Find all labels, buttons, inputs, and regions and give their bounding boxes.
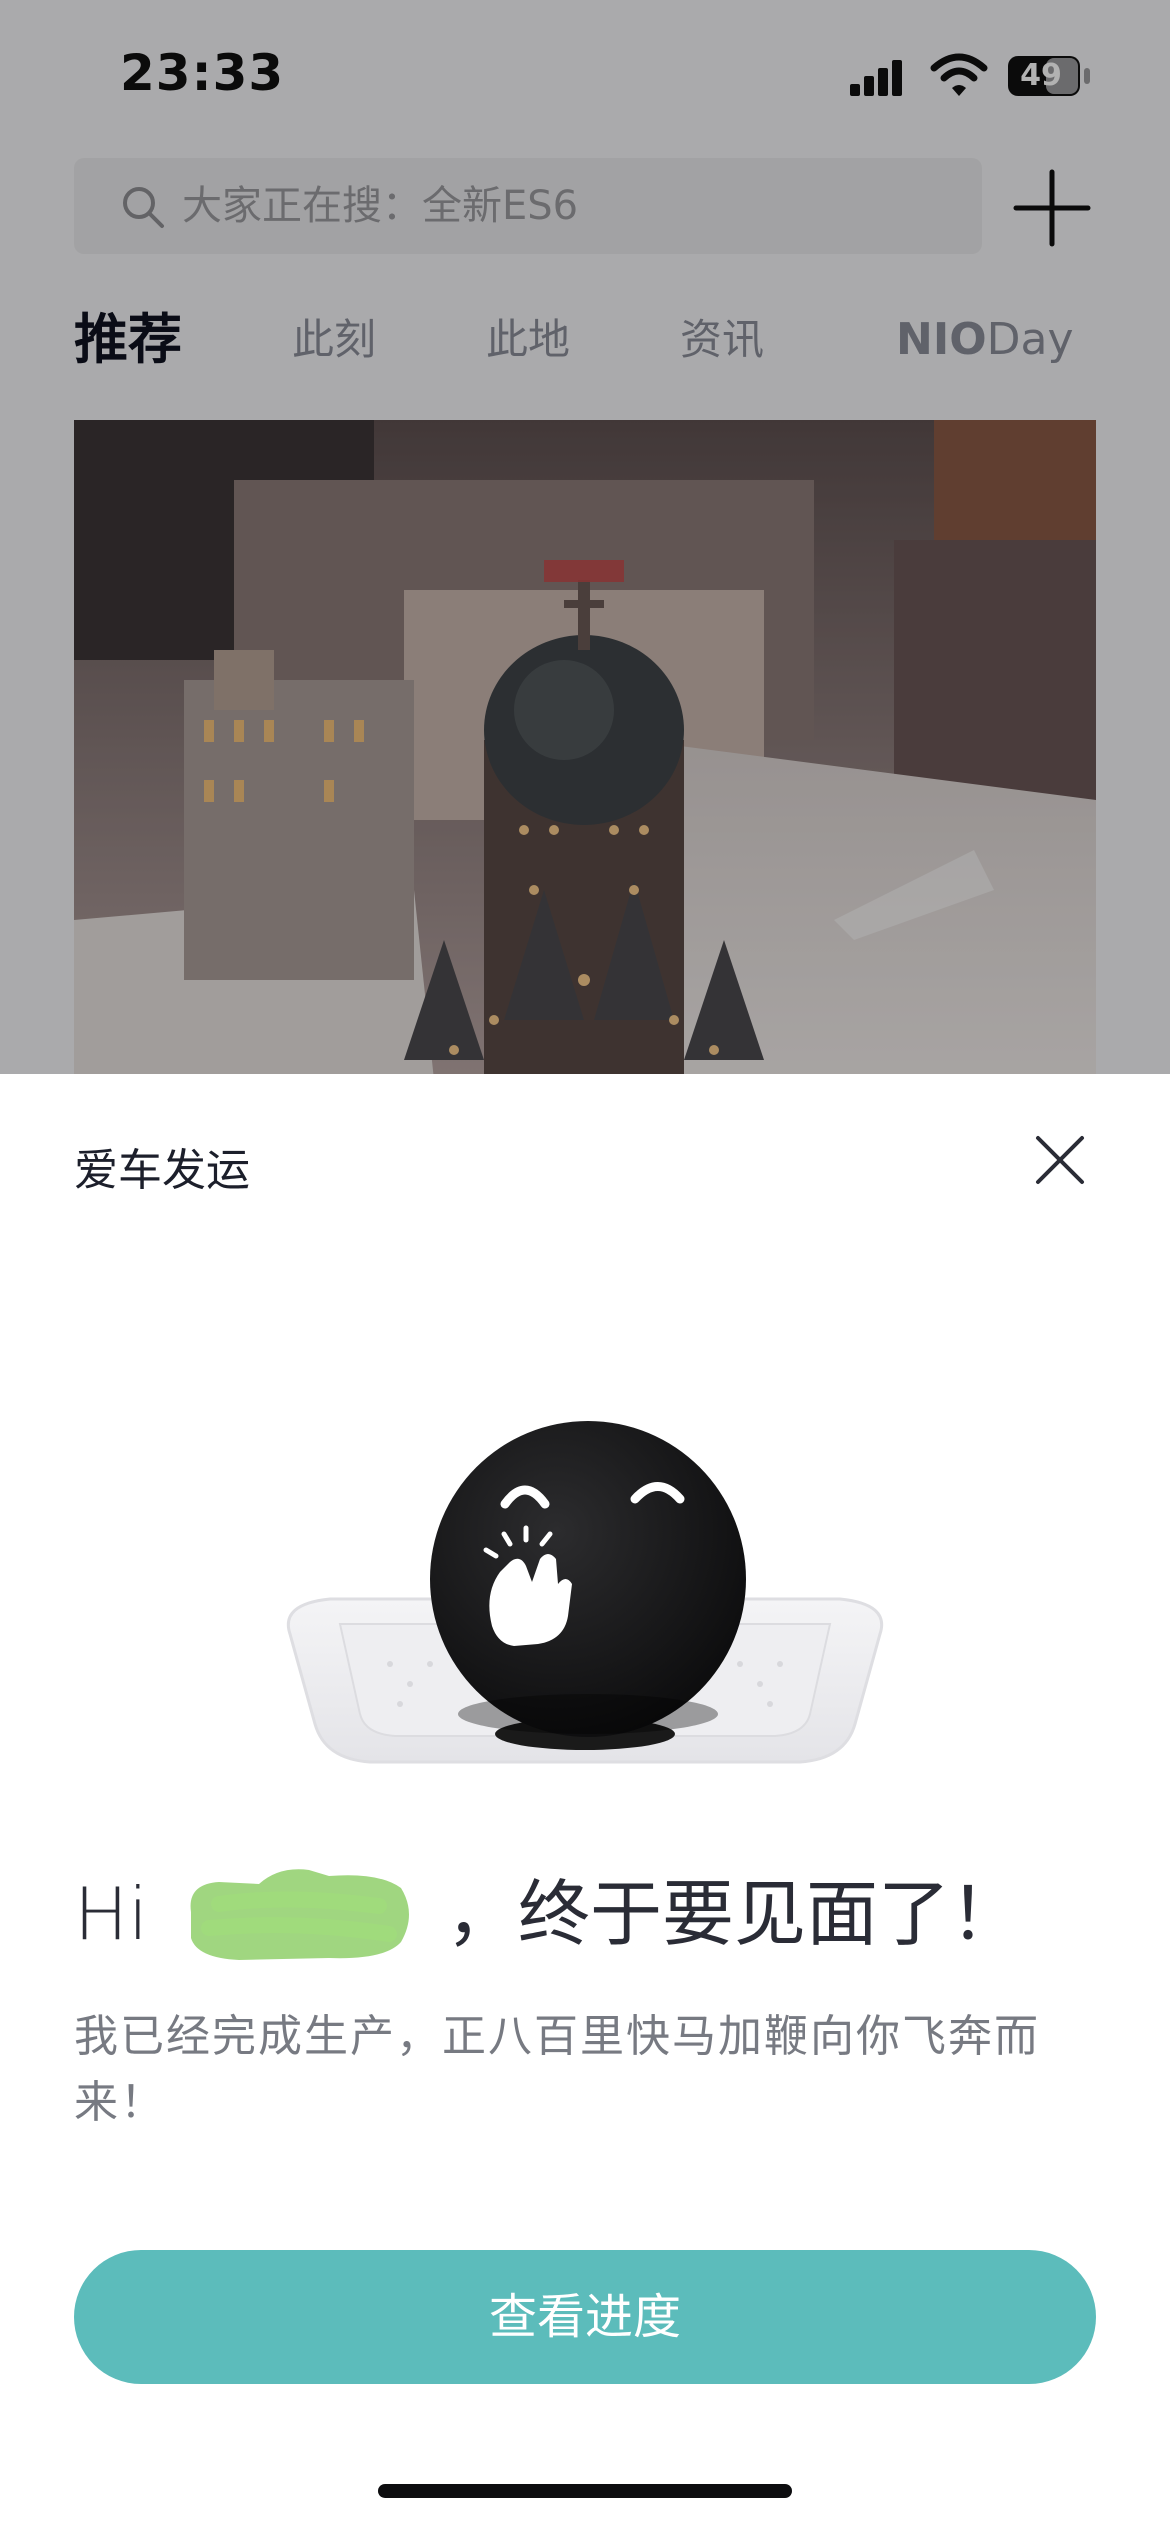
modal-dim-overlay[interactable] <box>0 0 1170 1080</box>
name-redaction-mark <box>190 1869 410 1960</box>
car-shipping-sheet: 爱车发运 Hi ，终于要见面了！ 我已经完成生产，正八百里快马加鞭向你飞奔而来！… <box>0 1074 1170 2532</box>
nomi-mascot-icon <box>287 1421 883 1764</box>
close-icon[interactable] <box>1030 1130 1090 1190</box>
home-indicator[interactable] <box>378 2484 792 2498</box>
greeting-suffix: ，终于要见面了！ <box>445 1872 1022 1956</box>
sheet-title: 爱车发运 <box>74 1145 250 1196</box>
background-feed: 23:33 49 大家正在搜：全新ES6 推荐 此刻 此地 资讯 NIODay <box>0 0 1170 1080</box>
shipping-message: 我已经完成生产，正八百里快马加鞭向你飞奔而来！ <box>74 2011 1040 2128</box>
greeting-prefix: Hi <box>74 1872 149 1956</box>
greeting-headline: Hi ，终于要见面了！ <box>74 1854 1022 1974</box>
view-progress-button[interactable]: 查看进度 <box>74 2250 1096 2384</box>
screen: 23:33 49 大家正在搜：全新ES6 推荐 此刻 此地 资讯 NIODay … <box>0 0 1170 2532</box>
